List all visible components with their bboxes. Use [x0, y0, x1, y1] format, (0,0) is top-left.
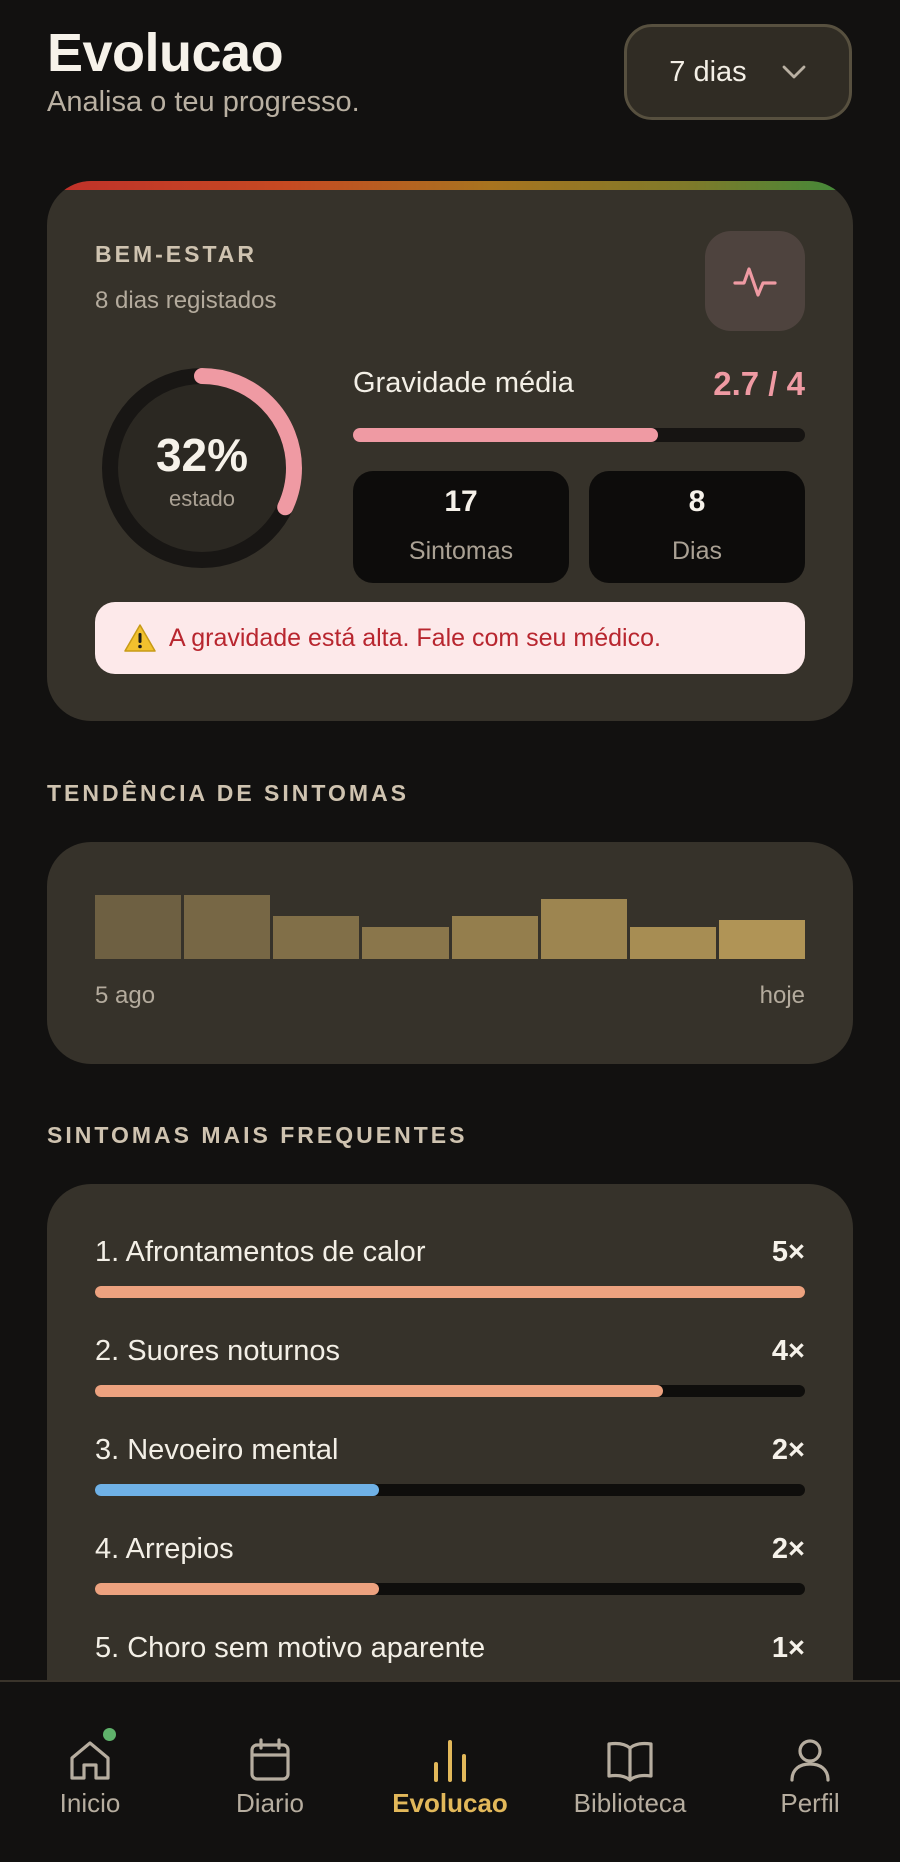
- symptom-frequency-fill: [95, 1385, 663, 1397]
- symptom-row: 2. Suores noturnos 4×: [95, 1335, 805, 1405]
- nav-item-diario[interactable]: Diario: [195, 1726, 345, 1819]
- nav-label: Perfil: [780, 1788, 840, 1818]
- trend-bar: [540, 899, 627, 959]
- nav-item-inicio[interactable]: Inicio: [15, 1726, 165, 1819]
- trend-end-label: hoje: [759, 982, 805, 1009]
- symptom-count: 2×: [771, 1533, 805, 1565]
- symptom-frequency-bar: [95, 1286, 805, 1298]
- symptom-frequency-fill: [95, 1583, 379, 1595]
- symptom-count: 1×: [771, 1632, 805, 1664]
- symptom-row: 3. Nevoeiro mental 2×: [95, 1434, 805, 1504]
- stat-symptoms: 17 Sintomas: [353, 471, 569, 583]
- nav-item-perfil[interactable]: Perfil: [735, 1726, 885, 1819]
- wellbeing-label: BEM-ESTAR: [95, 241, 258, 267]
- trend-bar: [273, 916, 360, 959]
- symptom-name: 2. Suores noturnos: [95, 1335, 341, 1367]
- symptom-name: 4. Arrepios: [95, 1533, 234, 1565]
- trend-bar: [362, 927, 449, 959]
- symptom-frequency-fill: [95, 1286, 805, 1298]
- nav-label: Inicio: [59, 1788, 121, 1818]
- stat-symptoms-label: Sintomas: [408, 537, 514, 565]
- frequent-symptoms-card: 1. Afrontamentos de calor 5× 2. Suores n…: [47, 1184, 853, 1744]
- trend-bar: [451, 916, 538, 959]
- period-select-value: 7 dias: [669, 55, 747, 88]
- symptom-count: 5×: [771, 1236, 805, 1268]
- nav-label: Diario: [236, 1788, 304, 1818]
- stat-days-value: 8: [688, 485, 706, 518]
- trend-card: 5 ago hoje: [47, 842, 853, 1064]
- stat-symptoms-value: 17: [444, 485, 478, 518]
- warning-icon: [124, 624, 156, 652]
- severity-progress-bar: [353, 428, 805, 442]
- alert-text: A gravidade está alta. Fale com seu médi…: [169, 623, 661, 652]
- wellbeing-days-registered: 8 dias registados: [95, 287, 277, 314]
- symptom-name: 5. Choro sem motivo aparente: [95, 1632, 486, 1664]
- page-header: Evolucao Analisa o teu progresso.: [47, 22, 360, 119]
- symptom-frequency-bar: [95, 1583, 805, 1595]
- book-icon: [555, 1726, 705, 1784]
- trend-section-title: TENDÊNCIA DE SINTOMAS: [47, 780, 410, 806]
- wellbeing-card: BEM-ESTAR 8 dias registados 32% estado G…: [47, 181, 853, 721]
- severity-progress-fill: [353, 428, 659, 442]
- wellbeing-score-caption: estado: [168, 486, 236, 511]
- symptom-count: 2×: [771, 1434, 805, 1466]
- trend-bar: [629, 927, 716, 959]
- wellbeing-score: 32%: [155, 429, 249, 481]
- page-subtitle: Analisa o teu progresso.: [47, 86, 360, 118]
- period-select[interactable]: 7 dias: [624, 24, 852, 120]
- trend-start-label: 5 ago: [95, 982, 156, 1009]
- trend-bar: [718, 920, 805, 959]
- bar-chart-icon: [375, 1726, 525, 1784]
- chevron-down-icon: [782, 65, 806, 79]
- symptom-frequency-fill: [95, 1484, 379, 1496]
- nav-label: Biblioteca: [573, 1788, 687, 1818]
- severity-alert: A gravidade está alta. Fale com seu médi…: [95, 602, 805, 674]
- pulse-icon: [705, 231, 805, 331]
- nav-item-biblioteca[interactable]: Biblioteca: [555, 1726, 705, 1819]
- trend-bar: [95, 895, 182, 959]
- frequent-section-title: SINTOMAS MAIS FREQUENTES: [47, 1122, 468, 1148]
- symptom-row: 1. Afrontamentos de calor 5×: [95, 1236, 805, 1306]
- user-icon: [735, 1726, 885, 1784]
- symptom-name: 3. Nevoeiro mental: [95, 1434, 339, 1466]
- stat-days-label: Dias: [671, 537, 722, 565]
- home-icon: [15, 1726, 165, 1784]
- stat-days: 8 Dias: [589, 471, 805, 583]
- symptom-name: 1. Afrontamentos de calor: [95, 1236, 426, 1268]
- severity-label: Gravidade média: [353, 367, 574, 399]
- severity-value: 2.7 / 4: [713, 365, 805, 402]
- trend-bar-chart: [95, 882, 805, 959]
- symptom-frequency-bar: [95, 1385, 805, 1397]
- trend-bar: [184, 895, 271, 959]
- wellbeing-gradient-bar: [47, 181, 853, 190]
- notification-dot: [103, 1728, 116, 1741]
- symptom-count: 4×: [771, 1335, 805, 1367]
- calendar-icon: [195, 1726, 345, 1784]
- bottom-nav: Inicio Diario Evolucao Biblioteca Perfil: [0, 1680, 900, 1862]
- symptom-row: 4. Arrepios 2×: [95, 1533, 805, 1603]
- symptom-frequency-bar: [95, 1484, 805, 1496]
- wellbeing-gauge: 32% estado: [102, 368, 302, 568]
- nav-label: Evolucao: [392, 1788, 508, 1818]
- page-title: Evolucao: [47, 23, 284, 83]
- nav-item-evolucao[interactable]: Evolucao: [375, 1726, 525, 1819]
